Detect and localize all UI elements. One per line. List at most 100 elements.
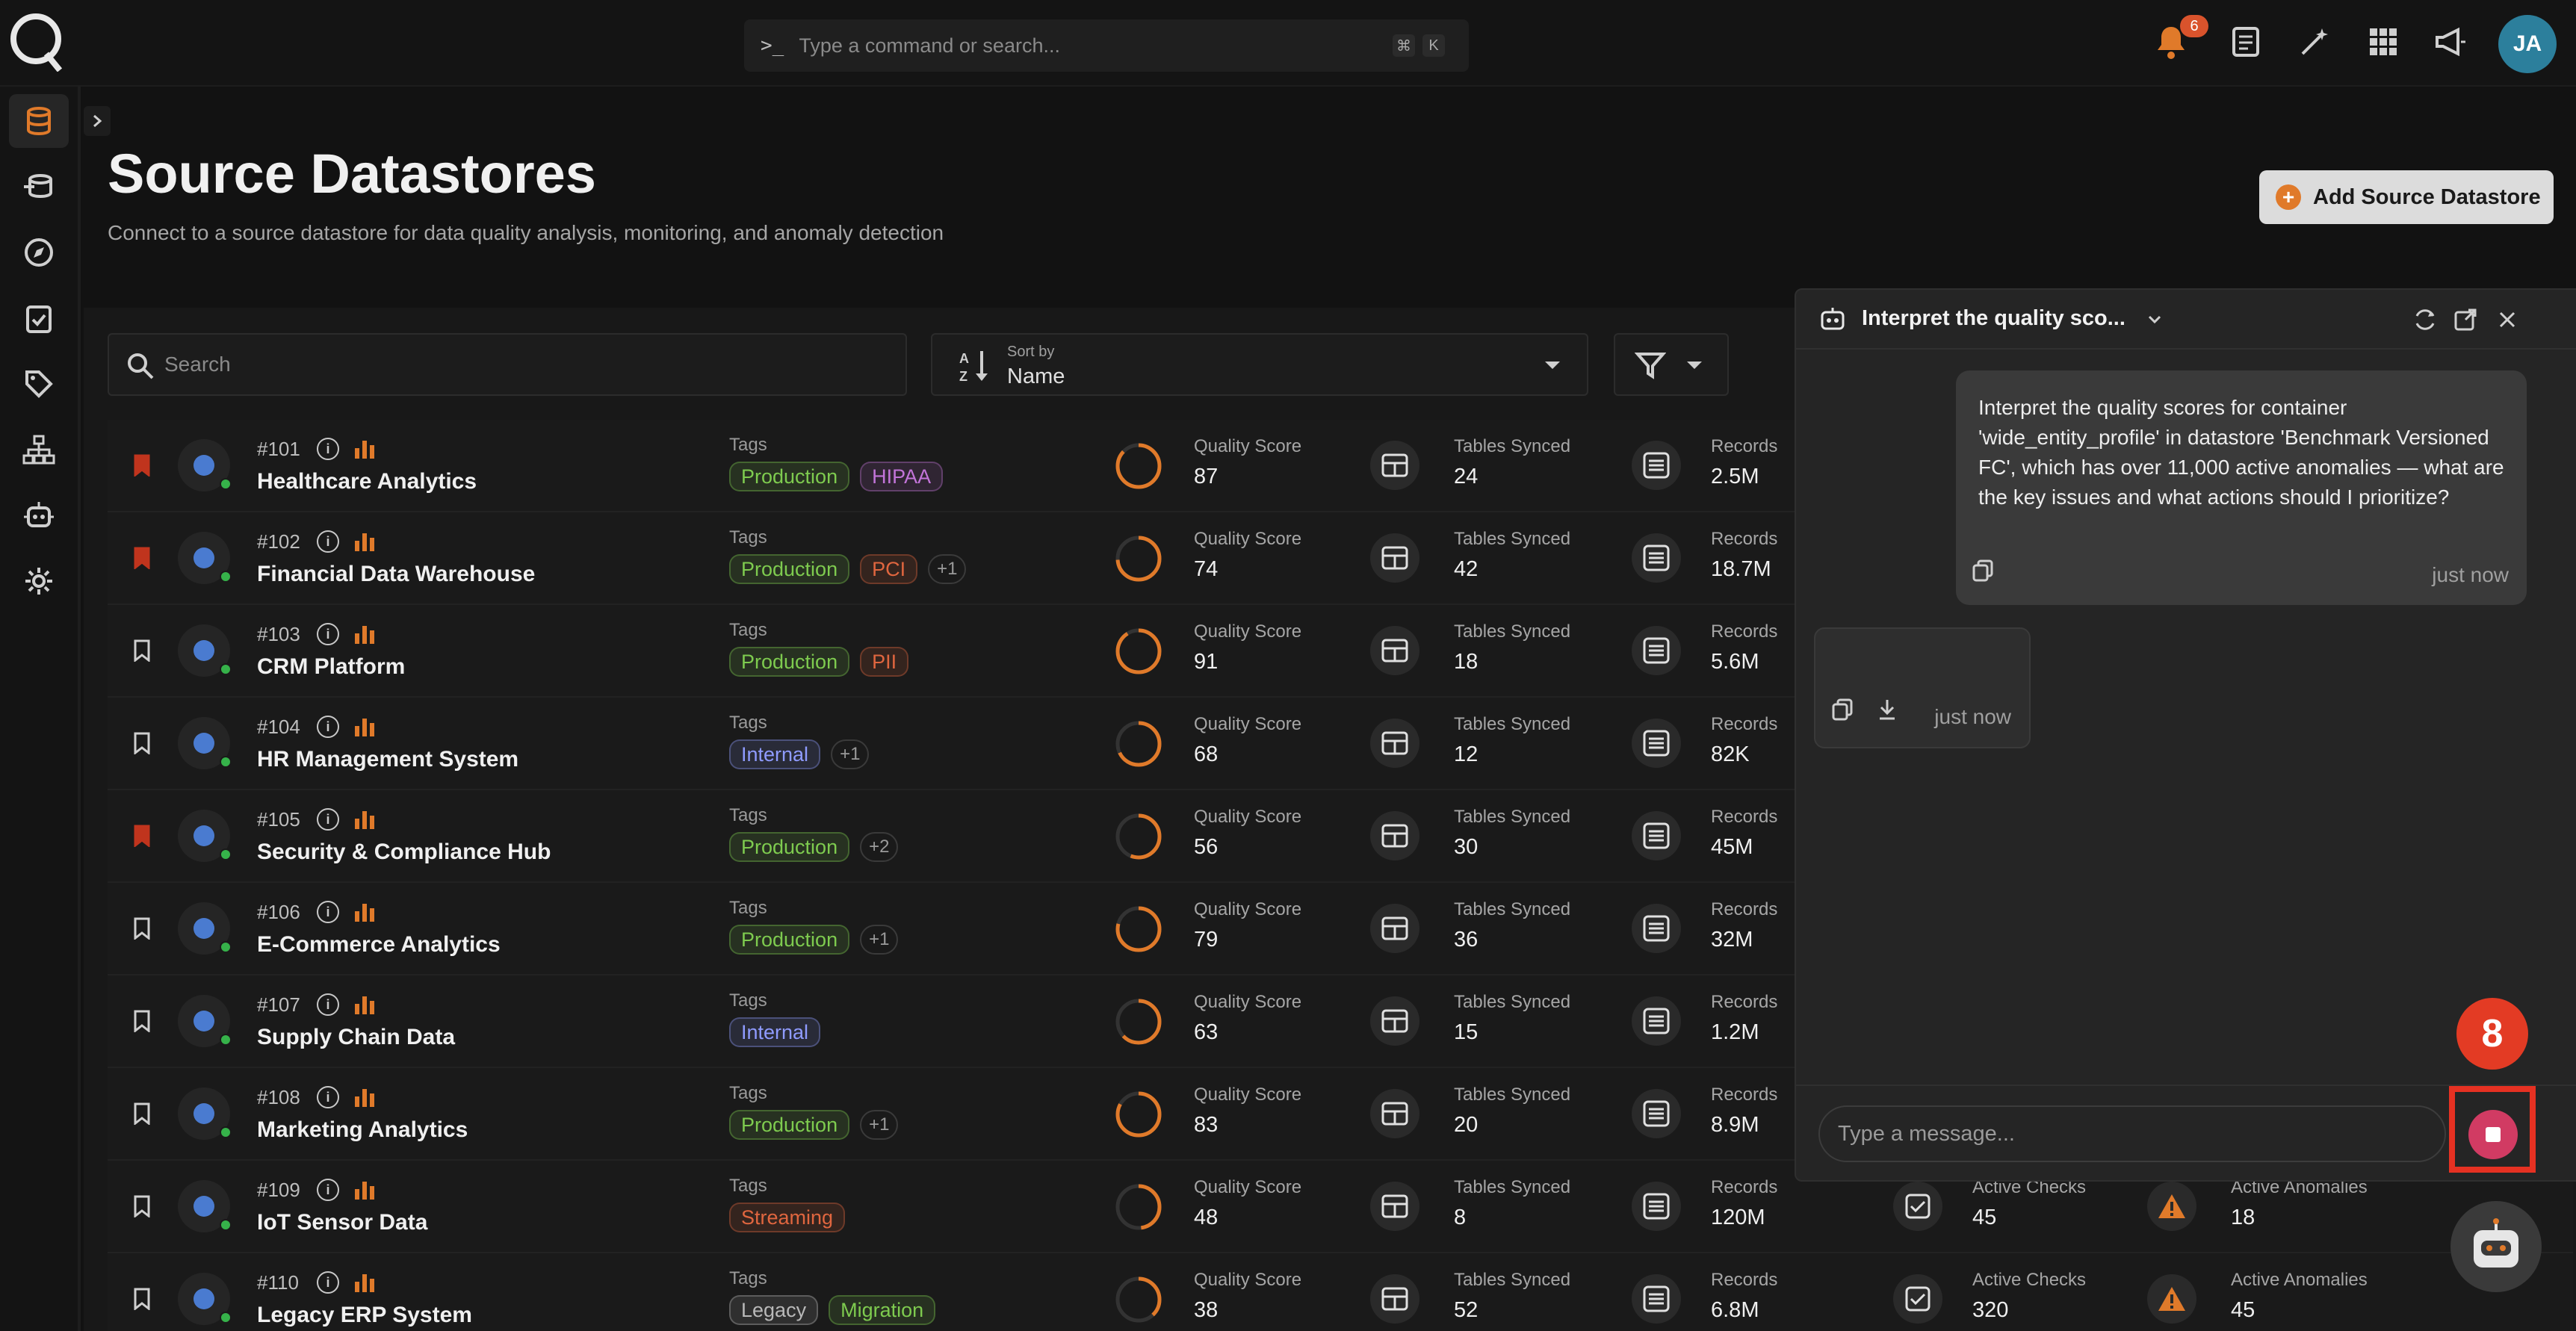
top-bar: >_ Type a command or search... ⌘ K 6 JA	[0, 0, 2576, 87]
nav-checks-clipboard-icon[interactable]	[9, 291, 69, 345]
tag-badge[interactable]: Production	[729, 1110, 850, 1140]
bookmark-icon[interactable]	[133, 454, 151, 482]
tag-badge[interactable]: Production	[729, 925, 850, 955]
info-icon[interactable]: i	[317, 438, 339, 460]
magic-wand-icon[interactable]	[2295, 22, 2334, 61]
more-tags-badge[interactable]: +1	[860, 1110, 899, 1140]
command-search[interactable]: >_ Type a command or search... ⌘ K	[744, 19, 1469, 72]
bookmark-icon[interactable]	[133, 825, 151, 852]
info-icon[interactable]: i	[317, 901, 339, 923]
svg-text:Z: Z	[959, 369, 967, 384]
megaphone-icon[interactable]	[2431, 22, 2470, 61]
bookmark-icon[interactable]	[133, 639, 151, 667]
bookmark-icon[interactable]	[133, 732, 151, 760]
profile-stats-icon[interactable]	[353, 1085, 377, 1108]
message-input[interactable]	[1818, 1105, 2446, 1162]
datastore-name[interactable]: IoT Sensor Data	[257, 1210, 427, 1235]
open-external-icon[interactable]	[2452, 306, 2479, 333]
datastore-name[interactable]: Marketing Analytics	[257, 1117, 468, 1143]
datastore-name[interactable]: HR Management System	[257, 747, 518, 772]
chat-title[interactable]: Interpret the quality sco...	[1862, 306, 2125, 331]
nav-explore-compass-icon[interactable]	[9, 226, 69, 279]
quality-score-label: Quality Score	[1194, 992, 1302, 1012]
tag-badge[interactable]: Production	[729, 554, 850, 584]
add-source-datastore-button[interactable]: + Add Source Datastore	[2259, 170, 2554, 224]
tag-badge[interactable]: PII	[860, 647, 909, 677]
nav-hierarchy-icon[interactable]	[9, 423, 69, 477]
copy-icon[interactable]	[1832, 698, 1853, 726]
sidebar-expand-chevron-icon[interactable]	[84, 106, 111, 136]
nav-settings-gear-icon[interactable]	[9, 554, 69, 608]
new-chat-icon[interactable]	[2412, 306, 2439, 333]
datastore-name[interactable]: Financial Data Warehouse	[257, 562, 535, 587]
tables-synced-value: 18	[1454, 650, 1479, 674]
close-icon[interactable]	[2494, 306, 2521, 333]
bookmark-icon[interactable]	[133, 1195, 151, 1223]
more-tags-badge[interactable]: +1	[831, 739, 870, 769]
info-icon[interactable]: i	[317, 623, 339, 645]
tag-badge[interactable]: HIPAA	[860, 462, 944, 491]
info-icon[interactable]: i	[317, 530, 339, 553]
info-icon[interactable]: i	[317, 716, 339, 738]
more-tags-badge[interactable]: +1	[860, 925, 899, 955]
bookmark-icon[interactable]	[133, 547, 151, 574]
profile-stats-icon[interactable]	[353, 807, 377, 831]
profile-stats-icon[interactable]	[353, 436, 377, 460]
profile-stats-icon[interactable]	[353, 1177, 377, 1201]
datastore-name[interactable]: CRM Platform	[257, 654, 405, 680]
profile-stats-icon[interactable]	[353, 899, 377, 923]
profile-stats-icon[interactable]	[353, 1270, 377, 1294]
nav-datastores-icon[interactable]	[9, 94, 69, 148]
search-input[interactable]: Search	[108, 333, 907, 396]
more-tags-badge[interactable]: +1	[928, 554, 967, 584]
tag-badge[interactable]: Streaming	[729, 1203, 846, 1232]
datastore-name[interactable]: Security & Compliance Hub	[257, 840, 551, 865]
datastore-name[interactable]: Healthcare Analytics	[257, 469, 477, 494]
bookmark-icon[interactable]	[133, 917, 151, 945]
bookmark-icon[interactable]	[133, 1288, 151, 1315]
profile-stats-icon[interactable]	[353, 714, 377, 738]
sort-dropdown[interactable]: AZ Sort by Name	[931, 333, 1588, 396]
quality-score-ring	[1115, 721, 1162, 767]
datastore-name[interactable]: E-Commerce Analytics	[257, 932, 501, 958]
chevron-down-icon[interactable]	[2141, 306, 2168, 333]
bookmark-icon[interactable]	[133, 1010, 151, 1037]
nav-enrichment-icon[interactable]	[9, 160, 69, 214]
nav-tags-icon[interactable]	[9, 357, 69, 411]
tag-badge[interactable]: Migration	[829, 1295, 936, 1325]
info-icon[interactable]: i	[317, 1271, 339, 1294]
app-logo[interactable]	[7, 10, 66, 72]
info-icon[interactable]: i	[317, 1179, 339, 1201]
table-row[interactable]: #110 i Legacy ERP System Tags Legacy Migratio…	[108, 1253, 2573, 1331]
profile-stats-icon[interactable]	[353, 529, 377, 553]
stop-generation-button[interactable]	[2468, 1110, 2518, 1159]
tag-list: Production +2	[729, 832, 899, 862]
copy-icon[interactable]	[1972, 559, 1993, 587]
filter-button[interactable]	[1614, 333, 1729, 396]
nav-agent-robot-icon[interactable]	[9, 488, 69, 542]
tag-badge[interactable]: Internal	[729, 739, 821, 769]
info-icon[interactable]: i	[317, 993, 339, 1016]
bookmark-icon[interactable]	[133, 1102, 151, 1130]
profile-stats-icon[interactable]	[353, 992, 377, 1016]
info-icon[interactable]: i	[317, 1086, 339, 1108]
tag-badge[interactable]: Legacy	[729, 1295, 819, 1325]
tag-badge[interactable]: PCI	[860, 554, 918, 584]
records-label: Records	[1711, 899, 1778, 919]
records-value: 2.5M	[1711, 465, 1759, 488]
info-icon[interactable]: i	[317, 808, 339, 831]
more-tags-badge[interactable]: +2	[860, 832, 899, 862]
tag-badge[interactable]: Internal	[729, 1017, 821, 1047]
document-icon[interactable]	[2226, 22, 2265, 61]
tag-badge[interactable]: Production	[729, 832, 850, 862]
tag-badge[interactable]: Production	[729, 647, 850, 677]
profile-stats-icon[interactable]	[353, 621, 377, 645]
user-avatar[interactable]: JA	[2498, 15, 2557, 73]
datastore-name[interactable]: Supply Chain Data	[257, 1025, 455, 1050]
page-subtitle: Connect to a source datastore for data q…	[108, 221, 944, 244]
apps-grid-icon[interactable]	[2364, 22, 2403, 61]
tag-badge[interactable]: Production	[729, 462, 850, 491]
datastore-name[interactable]: Legacy ERP System	[257, 1303, 472, 1328]
assistant-robot-button[interactable]	[2450, 1201, 2542, 1292]
download-icon[interactable]	[1877, 698, 1898, 726]
